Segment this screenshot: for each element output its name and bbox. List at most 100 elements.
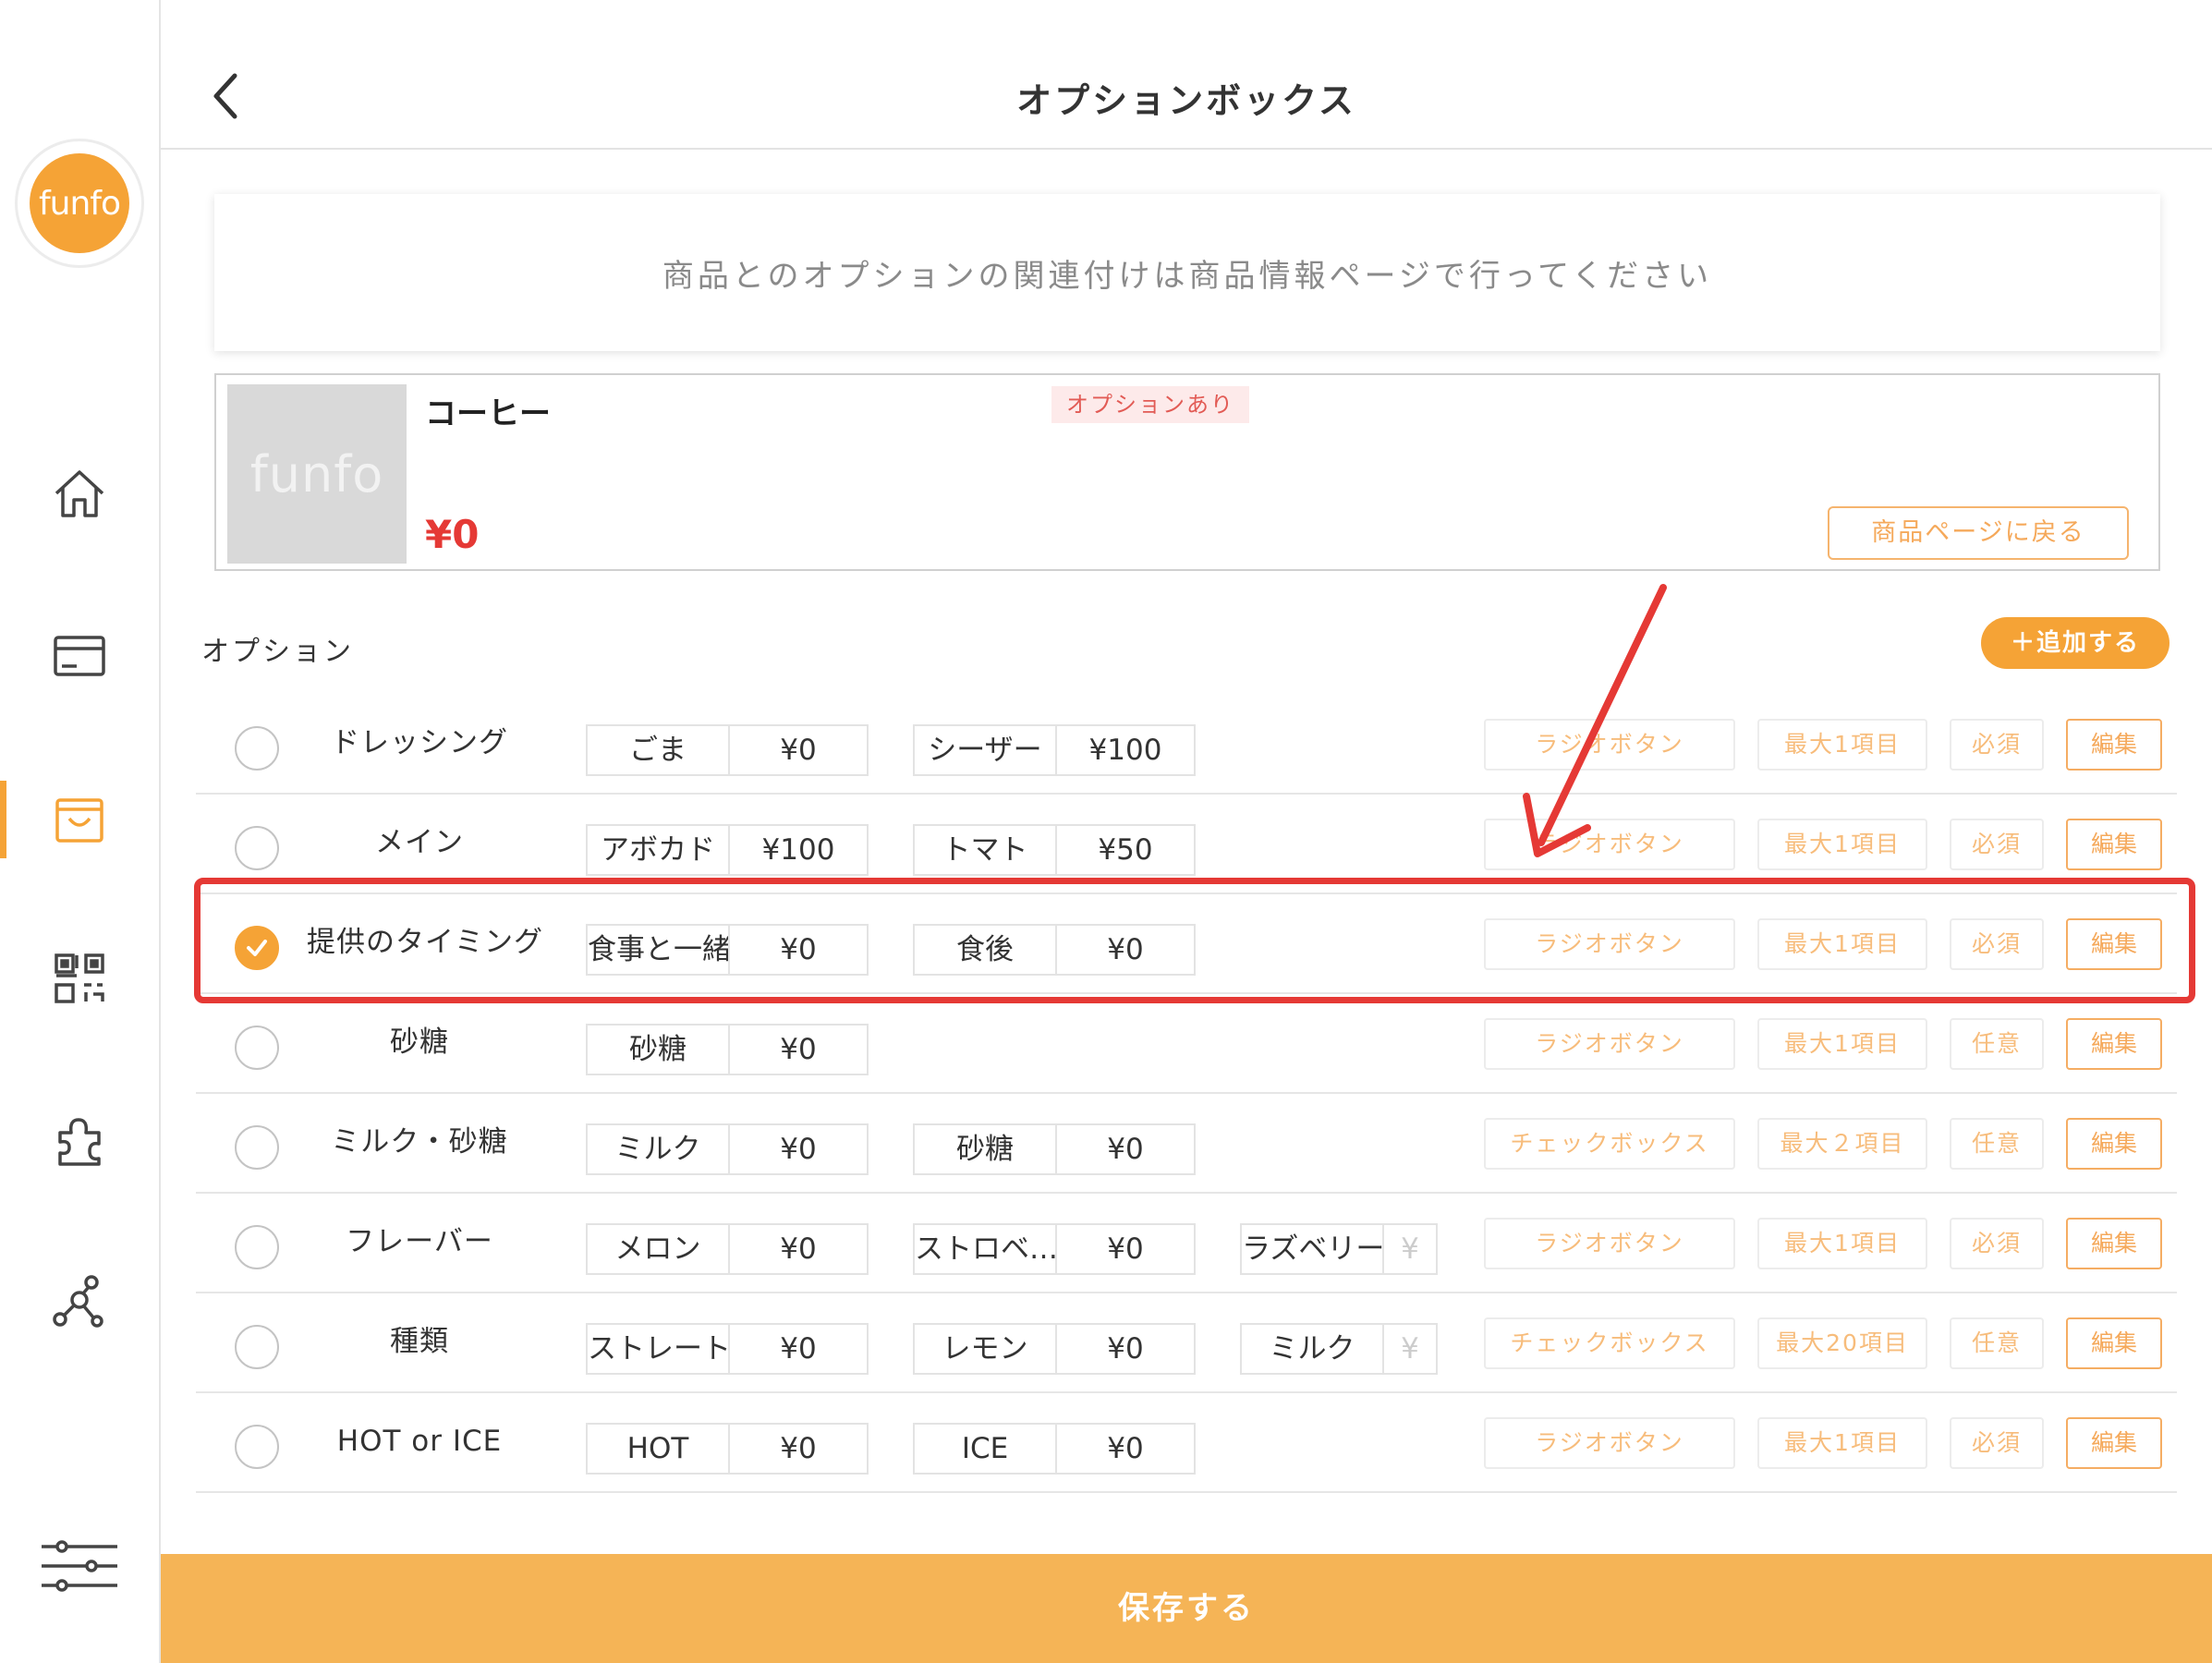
options-section-label: オプション [201,636,354,668]
edit-button[interactable]: 編集 [2066,1218,2162,1269]
option-choice: ラズベリー ¥ [1240,1223,1438,1275]
qr-code-icon [55,953,104,1003]
choice-name: 砂糖 [915,1125,1057,1173]
choice-price: ¥0 [1107,1332,1144,1366]
option-row: フレーバー メロン ¥0 ストロベ… ¥0 ラズベリー ¥ ラジオボタン 最大1… [196,1194,2177,1293]
required-tag: 必須 [1950,1417,2044,1469]
edit-button[interactable]: 編集 [2066,819,2162,870]
choice-price: ¥0 [780,1432,817,1465]
nav-shop[interactable] [0,769,159,870]
selection-type-tag: チェックボックス [1484,1317,1735,1369]
funfo-logo[interactable]: funfo [15,139,144,268]
choice-price: ¥ [1401,1332,1419,1366]
selection-type-tag: ラジオボタン [1484,819,1735,870]
option-name: ドレッシング [331,726,508,759]
choice-name: ICE [915,1425,1057,1473]
required-tag: 必須 [1950,1218,2044,1269]
save-button[interactable]: 保存する [161,1554,2212,1663]
notice-banner: 商品とのオプションの関連付けは商品情報ページで行ってください [214,194,2160,351]
edit-button[interactable]: 編集 [2066,1417,2162,1469]
selection-type-tag: ラジオボタン [1484,1417,1735,1469]
option-choice: HOT ¥0 [586,1423,869,1475]
settings-sliders-icon [42,1540,117,1592]
product-card: funfo コーヒー オプションあり ¥0 商品ページに戻る [214,373,2160,571]
choice-name: シーザー [915,726,1057,774]
option-choice: ICE ¥0 [913,1423,1196,1475]
option-choice: 砂糖 ¥0 [586,1024,869,1075]
option-radio[interactable] [235,1425,279,1469]
card-icon [54,636,105,676]
page-title: オプションボックス [1016,80,1356,121]
network-icon [53,1275,103,1328]
choice-name: ミルク [1242,1325,1384,1373]
option-radio[interactable] [235,1026,279,1070]
option-choice: レモン ¥0 [913,1323,1196,1375]
required-tag: 必須 [1950,819,2044,870]
option-name: フレーバー [346,1225,493,1258]
option-choice: アボカド ¥100 [586,824,869,876]
edit-button[interactable]: 編集 [2066,1018,2162,1070]
product-name: コーヒー [425,395,551,432]
option-name: 砂糖 [390,1026,449,1059]
product-image: funfo [227,384,407,564]
home-icon [55,470,104,517]
option-choice: ミルク ¥0 [586,1123,869,1175]
option-row: 砂糖 砂糖 ¥0 ラジオボタン 最大1項目 任意 編集 [196,994,2177,1094]
option-choice: トマト ¥50 [913,824,1196,876]
max-items-tag: 最大1項目 [1757,819,1927,870]
required-tag: 必須 [1950,719,2044,771]
choice-price: ¥0 [780,1133,817,1166]
option-choice: 砂糖 ¥0 [913,1123,1196,1175]
sidebar: funfo [0,0,161,1663]
option-radio[interactable] [235,826,279,870]
option-choice: メロン ¥0 [586,1223,869,1275]
nav-card[interactable] [0,604,159,706]
nav-network[interactable] [0,1251,159,1353]
choice-price: ¥0 [780,1332,817,1366]
product-price: ¥0 [425,512,480,557]
selection-type-tag: ラジオボタン [1484,719,1735,771]
option-choice: ストレート ¥0 [586,1323,869,1375]
choice-name: ストレート [588,1325,730,1373]
choice-name: トマト [915,826,1057,874]
choice-price: ¥0 [1107,1432,1144,1465]
choice-price: ¥ [1401,1232,1419,1266]
option-row: ドレッシング ごま ¥0 シーザー ¥100 ラジオボタン 最大1項目 必須 編… [196,695,2177,795]
option-radio[interactable] [235,1125,279,1170]
max-items-tag: 最大２項目 [1757,1118,1927,1170]
option-row: HOT or ICE HOT ¥0 ICE ¥0 ラジオボタン 最大1項目 必須… [196,1393,2177,1493]
option-radio[interactable] [235,1325,279,1369]
option-choice: ミルク ¥ [1240,1323,1438,1375]
annotation-highlight-box [194,878,2195,1003]
choice-price: ¥0 [780,1033,817,1066]
required-tag: 任意 [1950,1317,2044,1369]
choice-price: ¥0 [780,734,817,767]
choice-name: メロン [588,1225,730,1273]
required-tag: 任意 [1950,1018,2044,1070]
nav-home[interactable] [0,443,159,545]
option-radio[interactable] [235,1225,279,1269]
choice-name: ミルク [588,1125,730,1173]
selection-type-tag: ラジオボタン [1484,1218,1735,1269]
option-row: ミルク・砂糖 ミルク ¥0 砂糖 ¥0 チェックボックス 最大２項目 任意 編集 [196,1094,2177,1194]
choice-name: ごま [588,726,730,774]
choice-name: アボカド [588,826,730,874]
add-option-button[interactable]: ＋追加する [1981,617,2169,669]
back-to-product-button[interactable]: 商品ページに戻る [1828,506,2129,560]
choice-price: ¥100 [1088,734,1162,767]
option-choice: ごま ¥0 [586,724,869,776]
edit-button[interactable]: 編集 [2066,1317,2162,1369]
shop-icon [55,798,103,843]
max-items-tag: 最大1項目 [1757,1218,1927,1269]
max-items-tag: 最大1項目 [1757,1417,1927,1469]
choice-price: ¥100 [761,833,835,867]
option-radio[interactable] [235,726,279,771]
option-name: HOT or ICE [336,1425,503,1458]
edit-button[interactable]: 編集 [2066,719,2162,771]
nav-settings[interactable] [0,1515,159,1617]
nav-qr[interactable] [0,928,159,1029]
logo-text: funfo [30,153,129,253]
edit-button[interactable]: 編集 [2066,1118,2162,1170]
nav-plugins[interactable] [0,1090,159,1192]
choice-price: ¥0 [780,1232,817,1266]
